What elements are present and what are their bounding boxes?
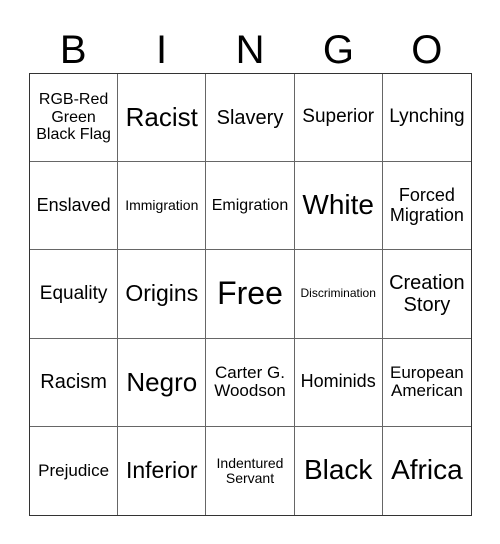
- bingo-cell[interactable]: White: [294, 162, 383, 251]
- bingo-cell-free[interactable]: Free: [206, 250, 295, 339]
- bingo-cell[interactable]: Black: [295, 426, 383, 515]
- bingo-cell[interactable]: Immigration: [118, 162, 207, 251]
- bingo-cell[interactable]: Lynching: [382, 74, 471, 163]
- bingo-cell[interactable]: Origins: [118, 250, 207, 339]
- header-letter-i: I: [156, 28, 168, 72]
- header-letter-o: O: [411, 28, 443, 72]
- bingo-cell[interactable]: Enslaved: [30, 162, 119, 251]
- header-letter-n: N: [235, 28, 265, 72]
- bingo-cell[interactable]: Discrimination: [294, 250, 383, 339]
- bingo-grid: RGB-Red Green Black Flag Racist Slavery …: [29, 73, 472, 516]
- header-letter-b: B: [59, 28, 87, 72]
- bingo-cell[interactable]: Equality: [30, 250, 119, 339]
- bingo-cell[interactable]: Prejudice: [30, 426, 119, 515]
- header-letter-g: G: [322, 28, 354, 72]
- bingo-cell[interactable]: European American: [382, 339, 471, 427]
- bingo-cell[interactable]: Negro: [118, 338, 207, 427]
- bingo-cell[interactable]: Superior: [294, 74, 383, 163]
- bingo-cell[interactable]: Indentured Servant: [206, 426, 295, 515]
- bingo-cell[interactable]: Racist: [118, 74, 207, 163]
- bingo-cell[interactable]: Carter G. Woodson: [206, 338, 295, 427]
- bingo-cell[interactable]: Hominids: [294, 338, 383, 427]
- bingo-cell[interactable]: Forced Migration: [382, 162, 471, 251]
- bingo-cell[interactable]: Creation Story: [382, 250, 471, 339]
- bingo-header: B I N G O: [29, 28, 471, 72]
- bingo-cell[interactable]: RGB-Red Green Black Flag: [30, 74, 119, 163]
- bingo-cell[interactable]: Racism: [30, 338, 119, 427]
- bingo-cell[interactable]: Inferior: [118, 426, 207, 515]
- bingo-cell[interactable]: Emigration: [206, 162, 295, 251]
- bingo-cell[interactable]: Africa: [383, 427, 471, 515]
- bingo-cell[interactable]: Slavery: [206, 74, 295, 163]
